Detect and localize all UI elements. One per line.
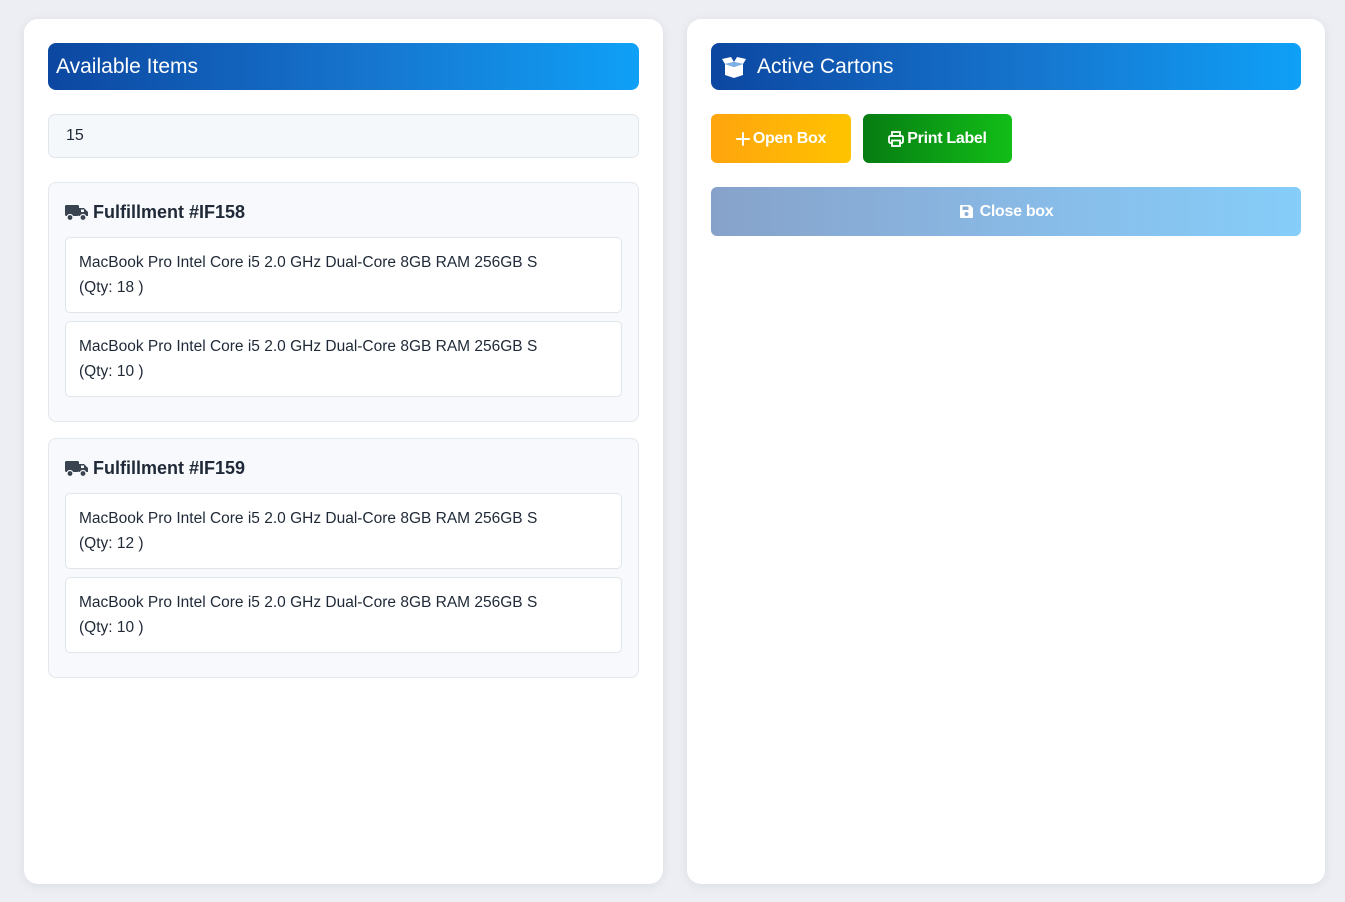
item-name: MacBook Pro Intel Core i5 2.0 GHz Dual-C…	[79, 510, 538, 527]
fulfillment-title: Fulfillment #IF159	[65, 456, 245, 480]
open-box-label: Open Box	[752, 129, 827, 147]
item-qty: (Qty: 10 )	[79, 363, 144, 380]
item-search-input[interactable]	[48, 114, 639, 158]
available-items-header: Available Items	[48, 43, 639, 90]
plus-icon	[735, 131, 750, 146]
item-name: MacBook Pro Intel Core i5 2.0 GHz Dual-C…	[79, 254, 538, 271]
fulfillment-title: Fulfillment #IF158	[65, 200, 245, 224]
printer-icon	[888, 130, 905, 147]
close-box-label: Close box	[979, 202, 1054, 220]
fulfillment-item[interactable]: MacBook Pro Intel Core i5 2.0 GHz Dual-C…	[65, 493, 622, 569]
fulfillment-card: Fulfillment #IF159 MacBook Pro Intel Cor…	[48, 438, 639, 678]
item-qty: (Qty: 10 )	[79, 619, 144, 636]
fulfillment-item[interactable]: MacBook Pro Intel Core i5 2.0 GHz Dual-C…	[65, 577, 622, 653]
active-cartons-header: Active Cartons	[711, 43, 1301, 90]
item-qty: (Qty: 18 )	[79, 279, 144, 296]
save-icon	[959, 205, 973, 218]
fulfillment-item[interactable]: MacBook Pro Intel Core i5 2.0 GHz Dual-C…	[65, 321, 622, 397]
available-items-title: Available Items	[56, 54, 199, 78]
fulfillment-title-text: Fulfillment #IF158	[93, 201, 246, 222]
fulfillment-card: Fulfillment #IF158 MacBook Pro Intel Cor…	[48, 182, 639, 422]
open-box-button[interactable]: Open Box	[711, 114, 851, 163]
active-cartons-title: Active Cartons	[757, 54, 894, 78]
print-label-label: Print Label	[907, 129, 987, 147]
active-cartons-panel: Active Cartons Open Box Print Label Clos…	[687, 19, 1325, 884]
item-name: MacBook Pro Intel Core i5 2.0 GHz Dual-C…	[79, 594, 538, 611]
fulfillment-item[interactable]: MacBook Pro Intel Core i5 2.0 GHz Dual-C…	[65, 237, 622, 313]
close-box-button[interactable]: Close box	[711, 187, 1301, 236]
box-open-icon	[722, 56, 746, 78]
item-qty: (Qty: 12 )	[79, 535, 144, 552]
fulfillment-title-text: Fulfillment #IF159	[93, 457, 246, 478]
truck-icon	[65, 205, 88, 221]
item-name: MacBook Pro Intel Core i5 2.0 GHz Dual-C…	[79, 338, 538, 355]
truck-icon	[65, 461, 88, 477]
print-label-button[interactable]: Print Label	[863, 114, 1012, 163]
available-items-panel: Available Items Fulfillment #IF158 MacBo…	[24, 19, 663, 884]
